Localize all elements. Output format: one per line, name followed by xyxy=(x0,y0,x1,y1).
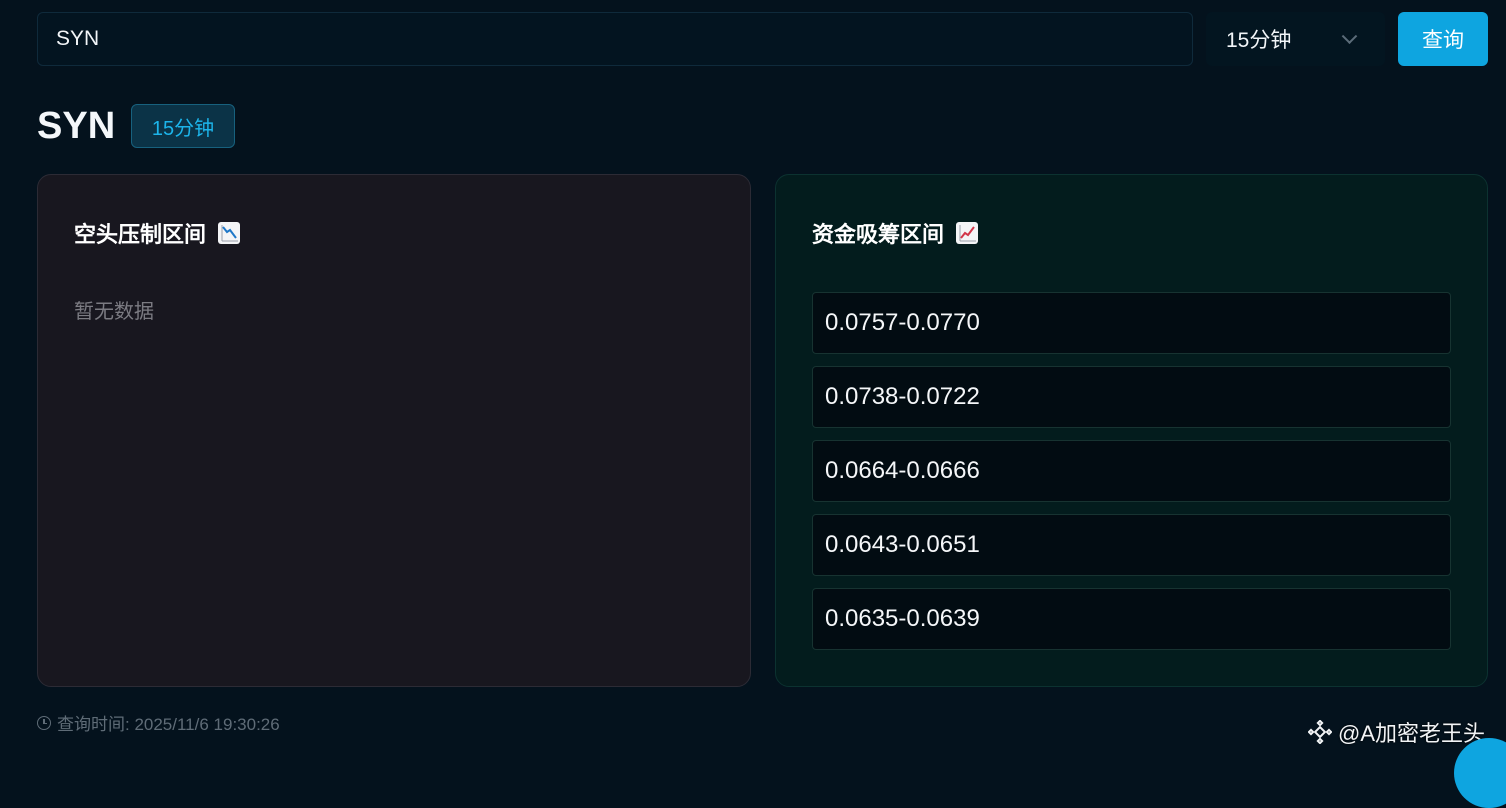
interval-select[interactable]: 15分钟 xyxy=(1206,12,1385,66)
range-item: 0.0738-0.0722 xyxy=(812,366,1451,428)
bear-panel-title-text: 空头压制区间 xyxy=(74,222,207,247)
search-input[interactable] xyxy=(37,12,1193,66)
chart-increasing-icon xyxy=(956,222,979,244)
clock-icon xyxy=(37,715,51,730)
accumulation-panel-title: 资金吸筹区间 xyxy=(812,217,979,249)
page-title: SYN xyxy=(37,105,116,147)
interval-select-value: 15分钟 xyxy=(1226,29,1292,52)
range-item: 0.0664-0.0666 xyxy=(812,440,1451,502)
range-item: 0.0757-0.0770 xyxy=(812,292,1451,354)
chart-decreasing-icon xyxy=(218,222,241,244)
floating-action-button[interactable] xyxy=(1454,738,1506,808)
range-item: 0.0643-0.0651 xyxy=(812,514,1451,576)
query-time: 查询时间: 2025/11/6 19:30:26 xyxy=(37,710,280,735)
bear-pressure-panel: 空头压制区间 暂无数据 xyxy=(37,174,751,687)
chevron-down-icon xyxy=(1341,28,1358,45)
range-item: 0.0635-0.0639 xyxy=(812,588,1451,650)
empty-state-text: 暂无数据 xyxy=(74,301,154,323)
accumulation-panel: 资金吸筹区间 0.0757-0.0770 0.0738-0.0722 0.066… xyxy=(775,174,1488,687)
query-button[interactable]: 查询 xyxy=(1398,12,1488,66)
watermark: @A加密老王头 xyxy=(1308,716,1485,748)
query-time-text: 查询时间: 2025/11/6 19:30:26 xyxy=(57,715,280,734)
bear-panel-title: 空头压制区间 xyxy=(74,217,241,249)
interval-badge: 15分钟 xyxy=(131,104,235,148)
accumulation-panel-title-text: 资金吸筹区间 xyxy=(812,222,945,247)
range-list: 0.0757-0.0770 0.0738-0.0722 0.0664-0.066… xyxy=(812,292,1451,662)
binance-logo-icon xyxy=(1308,720,1332,744)
watermark-text: @A加密老王头 xyxy=(1338,721,1486,746)
